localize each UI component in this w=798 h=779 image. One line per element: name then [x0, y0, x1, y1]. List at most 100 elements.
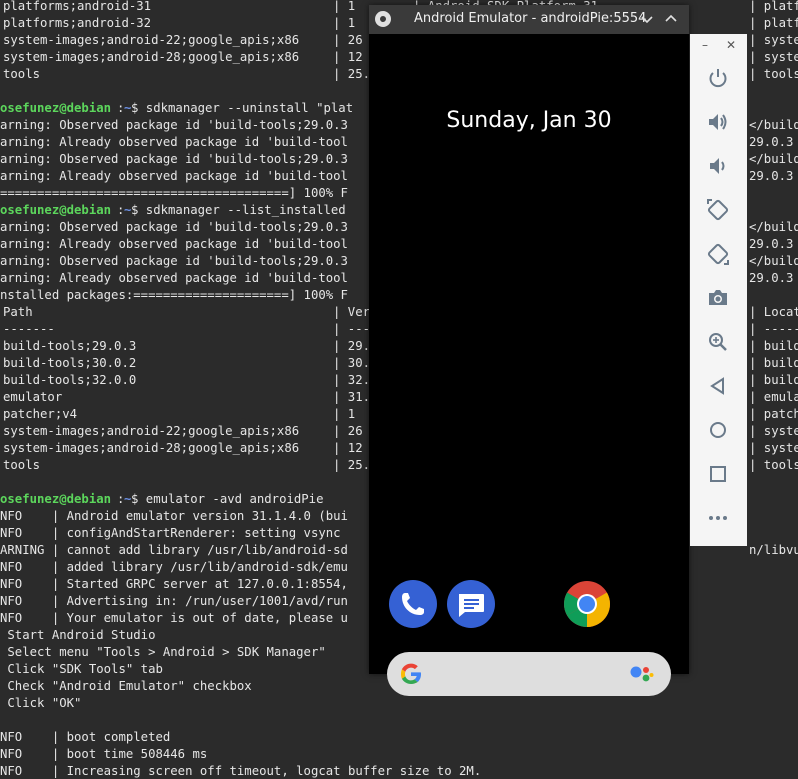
terminal-cell: | -----	[749, 322, 798, 336]
terminal-cell: | platf	[749, 0, 798, 13]
emulator-title-bar[interactable]: Android Emulator - androidPie:5554	[369, 5, 689, 34]
terminal-text: =======================================]…	[0, 186, 348, 200]
emulator-screen[interactable]: Sunday, Jan 30	[369, 34, 689, 696]
terminal-text: Select menu "Tools > Android > SDK Manag…	[0, 645, 326, 659]
terminal-cell: | syste	[749, 424, 798, 438]
terminal-cell: -------	[3, 322, 55, 336]
terminal-cell: | ---	[333, 322, 371, 336]
terminal-cell: | platf	[749, 16, 798, 30]
terminal-cell: | 25.	[333, 458, 371, 472]
terminal-cell: | 31.	[333, 390, 371, 404]
terminal-cell: | build	[749, 339, 798, 353]
prompt-user: osefunez@debian	[0, 492, 112, 506]
rotate-right-icon[interactable]	[704, 240, 732, 268]
overview-icon[interactable]	[704, 460, 732, 488]
chevron-down-icon[interactable]	[637, 9, 657, 29]
rotate-left-icon[interactable]	[704, 196, 732, 224]
prompt-user: osefunez@debian	[0, 203, 112, 217]
terminal-text: arning: Already observed package id 'bui…	[0, 237, 348, 251]
terminal-line: Click "OK"	[0, 695, 798, 712]
terminal-text: arning: Observed package id 'build-tools…	[0, 254, 348, 268]
terminal-cell: | 29.	[333, 339, 371, 353]
terminal-line: NFO | boot completed	[0, 729, 798, 746]
terminal-text-right: </build-	[749, 118, 798, 132]
terminal-cell: | syste	[749, 33, 798, 47]
terminal-cell: | Locat	[749, 305, 798, 319]
terminal-cell: | emula	[749, 390, 798, 404]
prompt-command: $ sdkmanager --list_installed	[131, 203, 346, 217]
terminal-text: arning: Already observed package id 'bui…	[0, 135, 348, 149]
terminal-text: arning: Observed package id 'build-tools…	[0, 152, 348, 166]
terminal-cell: | syste	[749, 441, 798, 455]
terminal-cell: | tools	[749, 458, 798, 472]
terminal-text: NFO | Advertising in: /run/user/1001/avd…	[0, 594, 348, 608]
android-emulator-app-icon	[375, 11, 391, 27]
google-g-icon	[401, 663, 421, 684]
toolbar-minimize-button[interactable]: –	[702, 38, 708, 52]
terminal-cell: | 1	[333, 0, 356, 13]
terminal-text: NFO | configAndStartRenderer: setting vs…	[0, 526, 348, 540]
terminal-text-right: 29.0.3	[749, 135, 794, 149]
messages-app-icon[interactable]	[447, 580, 495, 628]
terminal-cell: | build	[749, 356, 798, 370]
terminal-text: nstalled packages:=====================]…	[0, 288, 348, 302]
terminal-cell: | 26	[333, 424, 363, 438]
terminal-cell: platforms;android-32	[3, 16, 152, 30]
terminal-text: NFO | Increasing screen off timeout, log…	[0, 764, 482, 778]
terminal-cell: patcher;v4	[3, 407, 78, 421]
terminal-text-right: </build-	[749, 220, 798, 234]
terminal-text: NFO | added library /usr/lib/android-sdk…	[0, 560, 348, 574]
volume-up-icon[interactable]	[704, 108, 732, 136]
power-icon[interactable]	[704, 64, 732, 92]
terminal-text: ARNING | cannot add library /usr/lib/and…	[0, 543, 348, 557]
terminal-cell: Path	[3, 305, 33, 319]
terminal-cell: | 25.	[333, 67, 371, 81]
terminal-text: Click "OK"	[0, 696, 82, 710]
terminal-cell: | 12	[333, 441, 363, 455]
terminal-cell: | 32.	[333, 373, 371, 387]
emulator-window[interactable]: Android Emulator - androidPie:5554 Sunda…	[369, 5, 689, 696]
volume-down-icon[interactable]	[704, 152, 732, 180]
terminal-cell: tools	[3, 458, 41, 472]
chevron-up-icon[interactable]	[661, 9, 681, 29]
terminal-cell: | tools	[749, 67, 798, 81]
terminal-cell: system-images;android-22;google_apis;x86	[3, 424, 300, 438]
terminal-cell: platforms;android-31	[3, 0, 152, 13]
prompt-command: $ emulator -avd androidPie	[131, 492, 324, 506]
google-assistant-icon[interactable]	[629, 662, 655, 686]
terminal-cell: | syste	[749, 50, 798, 64]
terminal-text: arning: Already observed package id 'bui…	[0, 271, 348, 285]
terminal-text: NFO | boot completed	[0, 730, 171, 744]
prompt-user: osefunez@debian	[0, 101, 112, 115]
terminal-cell: system-images;android-22;google_apis;x86	[3, 33, 300, 47]
terminal-cell: build-tools;29.0.3	[3, 339, 137, 353]
terminal-cell: system-images;android-28;google_apis;x86	[3, 50, 300, 64]
terminal-cell: | 1	[333, 16, 356, 30]
camera-icon[interactable]	[704, 284, 732, 312]
toolbar-close-button[interactable]: ✕	[726, 38, 736, 52]
chrome-app-icon[interactable]	[563, 580, 611, 628]
terminal-text-right: </build-	[749, 152, 798, 166]
terminal-text: arning: Observed package id 'build-tools…	[0, 118, 348, 132]
terminal-cell: system-images;android-28;google_apis;x86	[3, 441, 300, 455]
terminal-text: NFO | boot time 508446 ms	[0, 747, 208, 761]
phone-app-icon[interactable]	[389, 580, 437, 628]
terminal-cell: | 1	[333, 407, 356, 421]
terminal-text-right: n/libvulkan.so	[749, 543, 798, 557]
home-icon[interactable]	[704, 416, 732, 444]
terminal-cell: | build	[749, 373, 798, 387]
prompt-command: $ sdkmanager --uninstall "plat	[131, 101, 354, 115]
terminal-text-right: 29.0.3	[749, 271, 794, 285]
terminal-cell: | 12	[333, 50, 363, 64]
terminal-cell: build-tools;30.0.2	[3, 356, 137, 370]
terminal-text-right: 29.0.3	[749, 169, 794, 183]
back-icon[interactable]	[704, 372, 732, 400]
terminal-text-right: 29.0.3	[749, 237, 794, 251]
zoom-icon[interactable]	[704, 328, 732, 356]
terminal-text-right: </build-	[749, 254, 798, 268]
terminal-text: Start Android Studio	[0, 628, 156, 642]
terminal-text: NFO | Android emulator version 31.1.4.0 …	[0, 509, 348, 523]
google-search-bar[interactable]	[387, 652, 671, 696]
more-options-icon[interactable]	[704, 504, 732, 532]
